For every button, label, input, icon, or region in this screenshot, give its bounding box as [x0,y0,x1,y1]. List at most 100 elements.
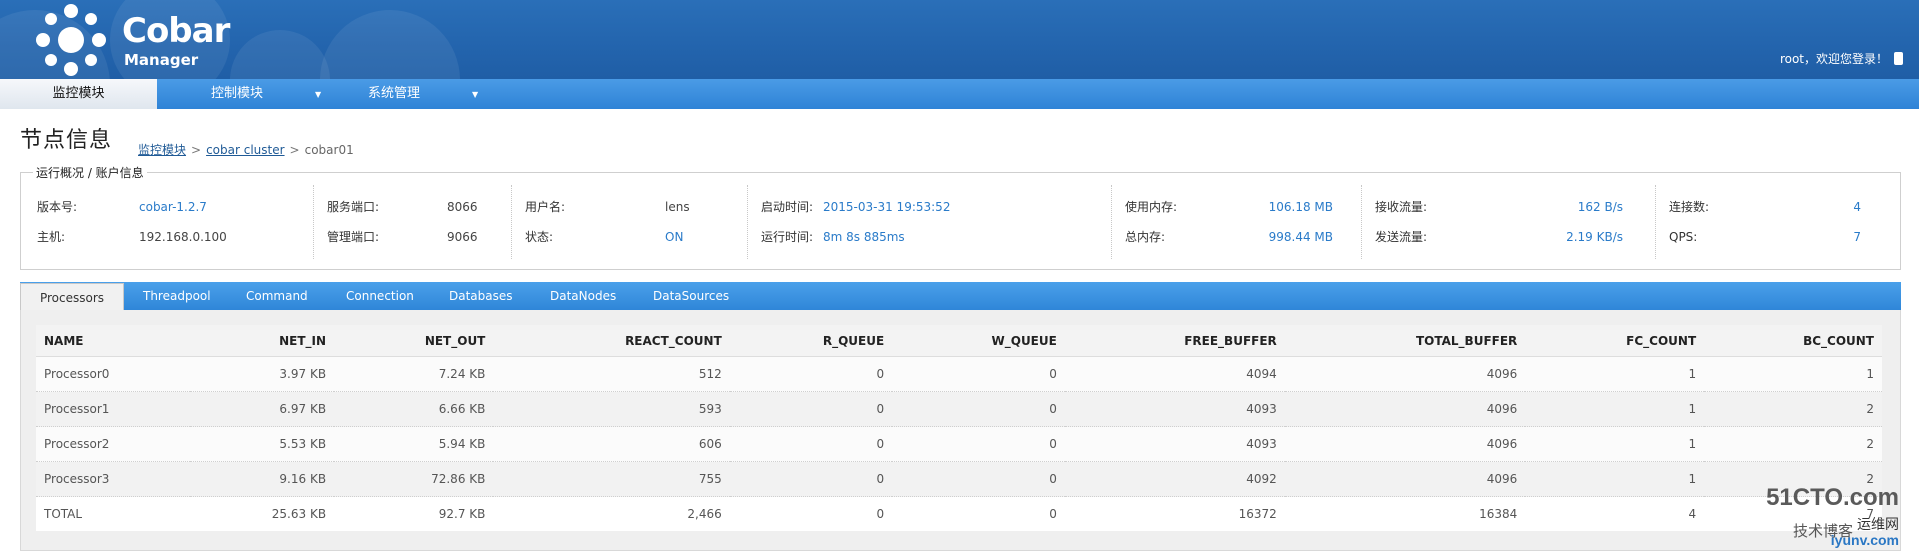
column-divider [1655,185,1656,259]
tab-connection[interactable]: Connection [346,282,414,310]
cell-fc-count: 4 [1525,496,1705,531]
col-header-bc-count[interactable]: BC_COUNT [1704,325,1882,357]
chevron-down-icon: ▼ [472,90,479,99]
table-total-row: TOTAL 25.63 KB 92.7 KB 2,466 0 0 16372 1… [36,496,1882,531]
col-header-name[interactable]: NAME [36,325,191,357]
breadcrumb-cluster-link[interactable]: cobar cluster [206,143,284,157]
column-divider [747,185,748,259]
col-header-fc-count[interactable]: FC_COUNT [1525,325,1705,357]
tab-command[interactable]: Command [246,282,308,310]
qps-label: QPS: [1669,230,1698,244]
tab-datasources[interactable]: DataSources [653,282,729,310]
column-divider [1111,185,1112,259]
qps-value: 7 [1853,230,1861,244]
recv-traffic-value: 162 B/s [1577,200,1623,214]
service-port-value: 8066 [447,200,478,214]
cell-net-out: 6.66 KB [334,391,494,427]
used-memory-label: 使用内存: [1125,200,1178,214]
col-header-net-in[interactable]: NET_IN [190,325,335,357]
cell-free-buffer: 16372 [1064,496,1285,531]
send-traffic-label: 发送流量: [1375,230,1428,244]
cell-free-buffer: 4093 [1064,391,1285,427]
watermark-text: 运维网 [1857,517,1899,533]
cell-name: TOTAL [36,496,191,531]
cell-net-out: 7.24 KB [334,356,494,392]
start-time-value: 2015-03-31 19:53:52 [823,200,951,214]
total-memory-label: 总内存: [1125,230,1166,244]
cell-net-in: 25.63 KB [190,496,335,531]
cell-free-buffer: 4093 [1064,426,1285,462]
cell-net-in: 5.53 KB [190,426,335,462]
cell-w-queue: 0 [892,356,1065,392]
breadcrumb-separator: > [289,143,300,157]
tab-datanodes[interactable]: DataNodes [550,282,616,310]
detail-tabs: Processors Threadpool Command Connection… [20,282,1901,311]
recv-traffic-label: 接收流量: [1375,200,1428,214]
breadcrumb: 监控模块 > cobar cluster > cobar01 [138,141,354,158]
cell-fc-count: 1 [1525,426,1705,462]
nav-system[interactable]: 系统管理 ▼ [368,79,478,109]
connections-label: 连接数: [1669,200,1710,214]
main-nav: 监控模块 控制模块 ▼ 系统管理 ▼ [0,79,1919,109]
app-header: Cobar Manager root，欢迎您登录！ [0,0,1919,79]
col-header-react-count[interactable]: REACT_COUNT [493,325,730,357]
nav-control-label: 控制模块 [211,86,264,101]
breadcrumb-monitor-link[interactable]: 监控模块 [138,143,186,157]
cell-fc-count: 1 [1525,461,1705,497]
col-header-net-out[interactable]: NET_OUT [334,325,494,357]
logout-icon[interactable] [1894,52,1903,65]
col-header-r-queue[interactable]: R_QUEUE [729,325,893,357]
cell-net-in: 9.16 KB [190,461,335,497]
site-watermark: 51CTO.com 技术博客 运维网 iyunv.com [1763,484,1903,550]
watermark-text: iyunv.com [1830,532,1899,548]
host-value: 192.168.0.100 [139,230,227,244]
overview-legend: 运行概况 / 账户信息 [33,164,147,181]
total-memory-value: 998.44 MB [1268,230,1333,244]
cell-react-count: 512 [493,356,730,392]
cell-name: Processor2 [36,426,191,462]
logo-subtitle: Manager [124,51,199,69]
cell-net-in: 6.97 KB [190,391,335,427]
user-greeting: root，欢迎您登录！ [1780,50,1903,67]
col-header-total-buffer[interactable]: TOTAL_BUFFER [1284,325,1526,357]
breadcrumb-current: cobar01 [304,143,354,157]
col-header-free-buffer[interactable]: FREE_BUFFER [1064,325,1285,357]
nav-system-label: 系统管理 [368,86,421,101]
username-label: 用户名: [525,200,566,214]
column-divider [313,185,314,259]
app-logo[interactable]: Cobar Manager [34,4,234,76]
tab-threadpool[interactable]: Threadpool [143,282,211,310]
status-label: 状态: [525,230,554,244]
cell-react-count: 2,466 [493,496,730,531]
tab-processors[interactable]: Processors [20,283,124,311]
cell-total-buffer: 4096 [1284,391,1526,427]
start-time-label: 启动时间: [761,200,814,214]
cell-bc-count: 2 [1704,391,1882,427]
chevron-down-icon: ▼ [315,90,322,99]
cell-net-out: 5.94 KB [334,426,494,462]
manage-port-label: 管理端口: [327,230,380,244]
run-time-label: 运行时间: [761,230,814,244]
cell-fc-count: 1 [1525,391,1705,427]
host-label: 主机: [37,230,66,244]
cell-w-queue: 0 [892,426,1065,462]
processors-table: NAME NET_IN NET_OUT REACT_COUNT R_QUEUE … [36,325,1882,531]
cell-bc-count: 2 [1704,426,1882,462]
cell-fc-count: 1 [1525,356,1705,392]
cell-r-queue: 0 [729,356,893,392]
tab-databases[interactable]: Databases [449,282,513,310]
cell-r-queue: 0 [729,461,893,497]
table-row: Processor3 9.16 KB 72.86 KB 755 0 0 4092… [36,461,1882,497]
nav-control[interactable]: 控制模块 ▼ [211,79,321,109]
col-header-w-queue[interactable]: W_QUEUE [892,325,1065,357]
header-decoration [320,10,460,79]
cell-w-queue: 0 [892,391,1065,427]
logo-title: Cobar [122,11,230,51]
manage-port-value: 9066 [447,230,478,244]
username-value: lens [665,200,690,214]
connections-value: 4 [1853,200,1861,214]
user-greeting-text: root，欢迎您登录！ [1779,52,1888,66]
cell-w-queue: 0 [892,496,1065,531]
nav-monitor[interactable]: 监控模块 [0,79,157,109]
cell-name: Processor3 [36,461,191,497]
